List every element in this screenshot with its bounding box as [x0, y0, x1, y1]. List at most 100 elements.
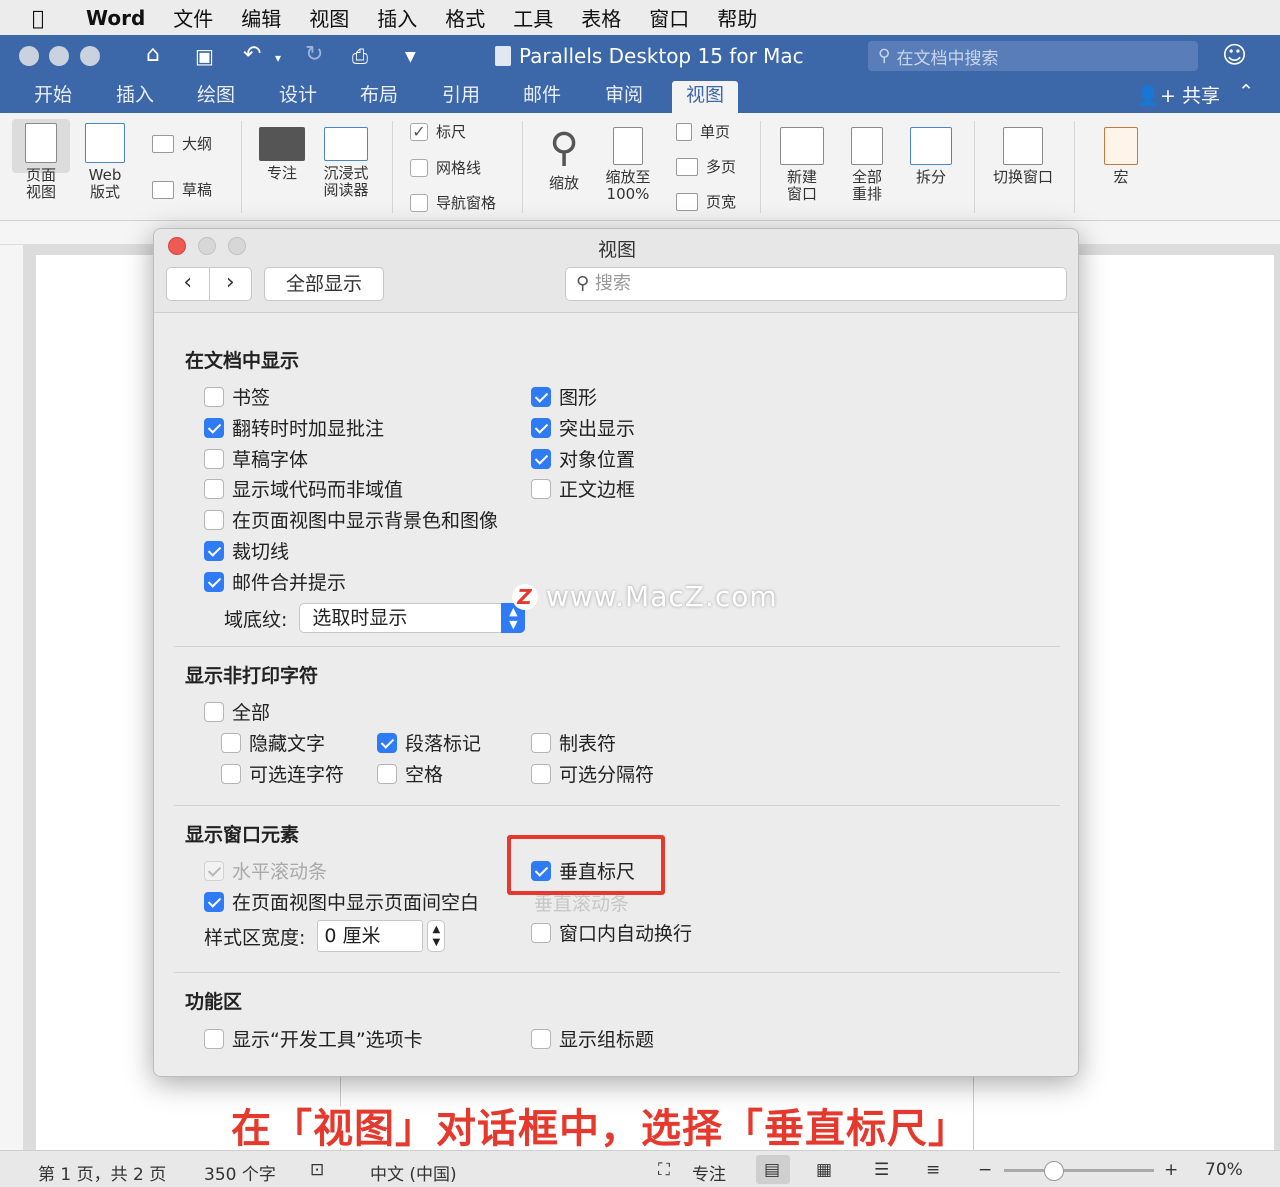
- checkbox-developer-tab[interactable]: 显示“开发工具”选项卡: [204, 1025, 423, 1052]
- page-count[interactable]: 第 1 页，共 2 页: [38, 1160, 166, 1185]
- multi-page-button[interactable]: 多页: [676, 156, 736, 177]
- feedback-smiley-icon[interactable]: ☺: [1222, 41, 1247, 69]
- zoom-slider-handle[interactable]: [1044, 1161, 1064, 1181]
- checkbox-optional-breaks[interactable]: 可选分隔符: [531, 760, 654, 787]
- focus-mode-icon[interactable]: ⛶: [658, 1160, 670, 1180]
- web-layout-button[interactable]: Web 版式: [76, 123, 134, 201]
- draft-view-icon[interactable]: ≡: [926, 1160, 940, 1180]
- menu-format[interactable]: 格式: [445, 3, 485, 32]
- menu-app-word[interactable]: Word: [86, 6, 145, 30]
- switch-window-button[interactable]: 切换窗口: [984, 127, 1062, 186]
- checkbox-tab-characters[interactable]: 制表符: [531, 729, 616, 756]
- tab-draw[interactable]: 绘图: [197, 81, 235, 113]
- checkbox-paragraph-marks[interactable]: 段落标记: [377, 729, 481, 756]
- menu-table[interactable]: 表格: [581, 3, 621, 32]
- menu-tools[interactable]: 工具: [513, 3, 553, 32]
- web-layout-icon[interactable]: ▦: [816, 1160, 832, 1180]
- word-count[interactable]: 350 个字: [204, 1160, 276, 1185]
- tab-view[interactable]: 视图: [672, 81, 739, 113]
- section-divider: [174, 972, 1060, 973]
- menu-view[interactable]: 视图: [309, 3, 349, 32]
- checkbox-field-codes[interactable]: 显示域代码而非域值: [204, 475, 403, 502]
- apple-menu-icon[interactable]: : [32, 6, 58, 30]
- checkbox-background-images[interactable]: 在页面视图中显示背景色和图像: [204, 506, 498, 533]
- checkbox-optional-hyphens[interactable]: 可选连字符: [221, 760, 344, 787]
- redo-icon[interactable]: ↻: [305, 42, 323, 67]
- checkbox-wrap-to-window[interactable]: 窗口内自动换行: [531, 919, 692, 946]
- undo-icon[interactable]: ↶: [243, 42, 261, 67]
- tab-review[interactable]: 审阅: [605, 81, 643, 113]
- new-window-button[interactable]: 新建 窗口: [772, 127, 832, 203]
- checkbox-mail-merge-hints[interactable]: 邮件合并提示: [204, 568, 346, 595]
- checkbox-hidden-text[interactable]: 隐藏文字: [221, 729, 325, 756]
- draft-button[interactable]: 草稿: [152, 179, 212, 200]
- gridlines-checkbox[interactable]: 网格线: [410, 157, 481, 178]
- nav-pane-checkbox[interactable]: 导航窗格: [410, 192, 496, 213]
- page-width-button[interactable]: 页宽: [676, 191, 736, 212]
- tab-insert[interactable]: 插入: [116, 81, 154, 113]
- window-title: Parallels Desktop 15 for Mac: [495, 44, 804, 68]
- minimize-window-button[interactable]: [49, 46, 69, 66]
- zoom-level[interactable]: 70%: [1205, 1160, 1243, 1180]
- dialog-search-input[interactable]: ⚲ 搜索: [565, 267, 1067, 301]
- home-icon[interactable]: ⌂: [146, 42, 160, 67]
- tab-design[interactable]: 设计: [279, 81, 317, 113]
- menu-window[interactable]: 窗口: [649, 3, 689, 32]
- language-status[interactable]: 中文 (中国): [370, 1160, 457, 1185]
- checkbox-crop-marks[interactable]: 裁切线: [204, 537, 289, 564]
- checkbox-drawings[interactable]: 图形: [531, 383, 597, 410]
- ruler-checkbox[interactable]: ✓ 标尺: [410, 121, 466, 142]
- style-area-width-stepper[interactable]: ▲ ▼: [427, 920, 446, 952]
- macros-button[interactable]: 宏: [1090, 127, 1152, 186]
- menu-insert[interactable]: 插入: [377, 3, 417, 32]
- checkbox-object-anchors[interactable]: 对象位置: [531, 445, 635, 472]
- zoom-button[interactable]: ⚲ 缩放: [536, 127, 592, 192]
- focus-mode-label[interactable]: 专注: [692, 1160, 726, 1185]
- page-view-button[interactable]: 页面 视图: [12, 123, 70, 201]
- show-all-button[interactable]: 全部显示: [264, 267, 384, 301]
- checkbox-highlight[interactable]: 突出显示: [531, 414, 635, 441]
- tab-mailings[interactable]: 邮件: [523, 81, 561, 113]
- vertical-ruler[interactable]: [0, 245, 24, 1150]
- arrange-all-button[interactable]: 全部 重排: [838, 127, 896, 203]
- style-area-width-input[interactable]: 0 厘米: [317, 920, 424, 952]
- checkbox-group-titles[interactable]: 显示组标题: [531, 1025, 654, 1052]
- one-page-button[interactable]: 单页: [676, 121, 730, 142]
- outline-button[interactable]: 大纲: [152, 133, 212, 154]
- close-window-button[interactable]: [19, 46, 39, 66]
- checkbox-white-space-between-pages[interactable]: 在页面视图中显示页面间空白: [204, 888, 479, 915]
- checkbox-spaces[interactable]: 空格: [377, 760, 443, 787]
- save-icon[interactable]: ▣: [195, 44, 214, 68]
- split-button[interactable]: 拆分: [902, 127, 960, 186]
- focus-button[interactable]: 专注: [254, 127, 310, 182]
- zoom-out-icon[interactable]: −: [978, 1160, 992, 1180]
- forward-chevron-icon[interactable]: ›: [210, 268, 252, 300]
- print-icon[interactable]: ⎙: [352, 44, 368, 68]
- menu-edit[interactable]: 编辑: [241, 3, 281, 32]
- checkbox-all-nonprinting[interactable]: 全部: [204, 698, 270, 725]
- collapse-ribbon-icon[interactable]: ⌃: [1238, 81, 1254, 103]
- tab-layout[interactable]: 布局: [360, 81, 398, 113]
- undo-dropdown-icon[interactable]: ▾: [275, 51, 281, 65]
- share-button[interactable]: 👤+ 共享: [1136, 81, 1220, 108]
- immersive-reader-button[interactable]: 沉浸式 阅读器: [316, 127, 376, 199]
- zoom-window-button[interactable]: [80, 46, 100, 66]
- checkbox-comments-rollover[interactable]: 翻转时时加显批注: [204, 414, 384, 441]
- proofing-icon[interactable]: ⊡: [310, 1160, 324, 1180]
- checkbox-text-boundaries[interactable]: 正文边框: [531, 475, 635, 502]
- back-chevron-icon[interactable]: ‹: [167, 268, 210, 300]
- tab-home[interactable]: 开始: [34, 81, 72, 113]
- zoom-100-button[interactable]: 缩放至 100%: [598, 127, 658, 203]
- checkbox-bookmarks[interactable]: 书签: [204, 383, 270, 410]
- outline-view-icon[interactable]: ☰: [874, 1160, 889, 1180]
- zoom-slider[interactable]: [1004, 1169, 1154, 1172]
- watermark: Z www.MacZ.com: [512, 580, 778, 613]
- customize-toolbar-icon[interactable]: ▼: [405, 49, 416, 65]
- field-shading-select[interactable]: 选取时显示 ▲ ▼: [299, 603, 526, 633]
- tab-references[interactable]: 引用: [442, 81, 480, 113]
- menu-file[interactable]: 文件: [173, 3, 213, 32]
- menu-help[interactable]: 帮助: [717, 3, 757, 32]
- document-search-input[interactable]: ⚲ 在文档中搜索: [868, 41, 1198, 71]
- checkbox-draft-font[interactable]: 草稿字体: [204, 445, 308, 472]
- zoom-in-icon[interactable]: +: [1164, 1160, 1178, 1180]
